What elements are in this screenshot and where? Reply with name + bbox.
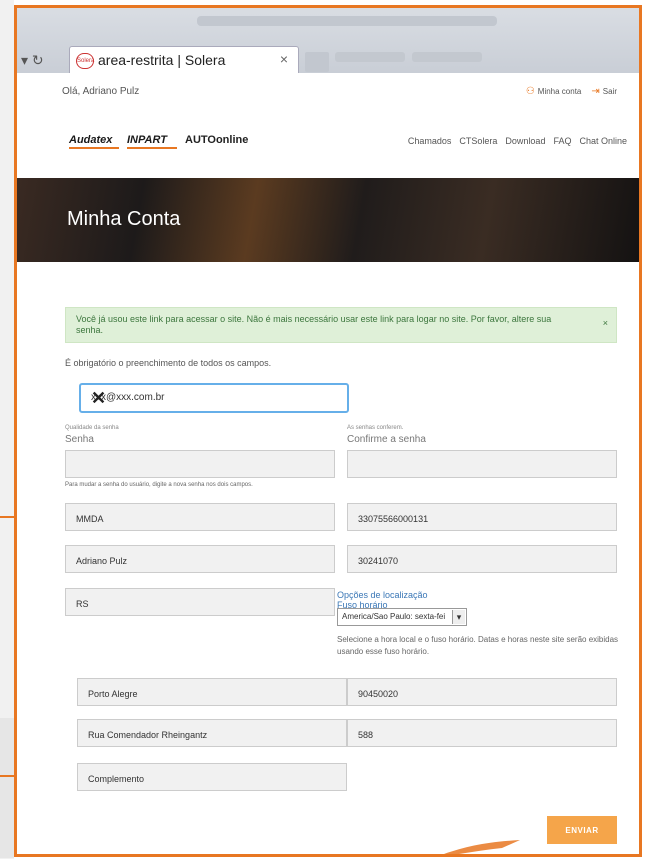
reload-controls[interactable]: ▾ ↻	[21, 52, 44, 69]
logout-icon: ⇥	[591, 86, 600, 97]
nav-chamados[interactable]: Chamados	[408, 136, 452, 146]
state-field[interactable]: RS	[65, 588, 335, 616]
password-label: Senha	[65, 434, 94, 445]
password-quality-label: Qualidade da senha	[65, 425, 119, 431]
city-field[interactable]: Porto Alegre	[77, 678, 347, 706]
complement-field[interactable]: Complemento	[77, 763, 347, 791]
browser-toolbar: ▾ ↻ Solera area-restrita | Solera ×	[17, 8, 639, 73]
audatex-logo[interactable]: Audatex	[69, 134, 119, 149]
nav-faq[interactable]: FAQ	[553, 136, 571, 146]
timezone-help: Selecione a hora local e o fuso horário.…	[337, 635, 619, 656]
nav-download[interactable]: Download	[505, 136, 545, 146]
logo-swoosh	[127, 147, 177, 149]
account-link[interactable]: ⚇ Minha conta	[526, 86, 582, 97]
success-alert: Você já usou este link para acessar o si…	[65, 307, 617, 343]
background-tab[interactable]	[335, 52, 405, 62]
logout-link[interactable]: ⇥ Sair	[591, 86, 617, 97]
dropdown-icon[interactable]: ▾	[21, 52, 28, 68]
cnpj-field[interactable]: 33075566000131	[347, 503, 617, 531]
company-field[interactable]: MMDA	[65, 503, 335, 531]
confirm-password-label: Confirme a senha	[347, 434, 426, 445]
street-field[interactable]: Rua Comendador Rheingantz	[77, 719, 347, 747]
user-icon: ⚇	[525, 86, 535, 97]
solera-favicon-icon: Solera	[76, 53, 94, 69]
site-header: Audatex INPART AUTOonline Chamados CTSol…	[17, 128, 639, 168]
background-panel	[0, 718, 14, 858]
orange-divider	[0, 516, 14, 518]
nav-ctsolera[interactable]: CTSolera	[459, 136, 497, 146]
user-bar: Olá, Adriano Pulz ⚇ Minha conta ⇥ Sair	[17, 84, 639, 104]
logout-link-label: Sair	[602, 87, 617, 96]
password-match-label: As senhas conferem.	[347, 425, 404, 431]
required-note: É obrigatório o preenchimento de todos o…	[65, 358, 272, 368]
inpart-logo-text: INPART	[127, 134, 167, 146]
greeting: Olá, Adriano Pulz	[62, 86, 140, 97]
background-tab[interactable]	[412, 52, 482, 62]
browser-tab[interactable]: Solera area-restrita | Solera ×	[69, 46, 299, 73]
password-hint: Para mudar a senha do usuário, digite a …	[65, 482, 253, 488]
clear-input-icon[interactable]: ✕	[91, 388, 335, 409]
submit-button[interactable]: ENVIAR	[547, 816, 617, 844]
alert-message: Você já usou este link para acessar o si…	[76, 314, 552, 335]
zip-field[interactable]: 90450020	[347, 678, 617, 706]
main-nav: Chamados CTSolera Download FAQ Chat Onli…	[408, 136, 627, 146]
new-tab-button[interactable]	[305, 52, 329, 72]
reload-icon[interactable]: ↻	[32, 52, 44, 68]
account-link-label: Minha conta	[537, 87, 582, 96]
audatex-logo-text: Audatex	[69, 134, 113, 146]
timezone-select[interactable]: America/Sao Paulo: sexta-fei ▾	[337, 608, 467, 626]
browser-window: ▾ ↻ Solera area-restrita | Solera × Olá,…	[14, 5, 642, 857]
localization-title[interactable]: Opções de localização	[337, 590, 428, 600]
window-title-blur	[197, 16, 497, 26]
inpart-logo[interactable]: INPART	[127, 134, 177, 149]
alert-close-icon[interactable]: ×	[603, 318, 608, 329]
number-field[interactable]: 588	[347, 719, 617, 747]
password-field[interactable]	[65, 450, 335, 478]
page-banner: Minha Conta	[17, 178, 639, 262]
email-input[interactable]: xxx@xxx.com.br ✕	[79, 383, 349, 413]
confirm-password-field[interactable]	[347, 450, 617, 478]
background-window	[0, 0, 14, 859]
tab-title: area-restrita | Solera	[98, 52, 226, 68]
page-title: Minha Conta	[67, 208, 181, 230]
chevron-down-icon[interactable]: ▾	[452, 610, 465, 624]
autoonline-logo-text: AUTOonline	[185, 134, 249, 146]
logo-swoosh	[69, 147, 119, 149]
nav-chat-online[interactable]: Chat Online	[579, 136, 627, 146]
autoonline-logo[interactable]: AUTOonline	[185, 134, 248, 146]
name-field[interactable]: Adriano Pulz	[65, 545, 335, 573]
tab-close-icon[interactable]: ×	[280, 51, 288, 67]
orange-divider	[0, 775, 14, 777]
phone-field[interactable]: 30241070	[347, 545, 617, 573]
user-links: ⚇ Minha conta ⇥ Sair	[526, 86, 617, 97]
timezone-value: America/Sao Paulo: sexta-fei	[342, 612, 446, 621]
orange-arrow-icon	[444, 840, 520, 854]
